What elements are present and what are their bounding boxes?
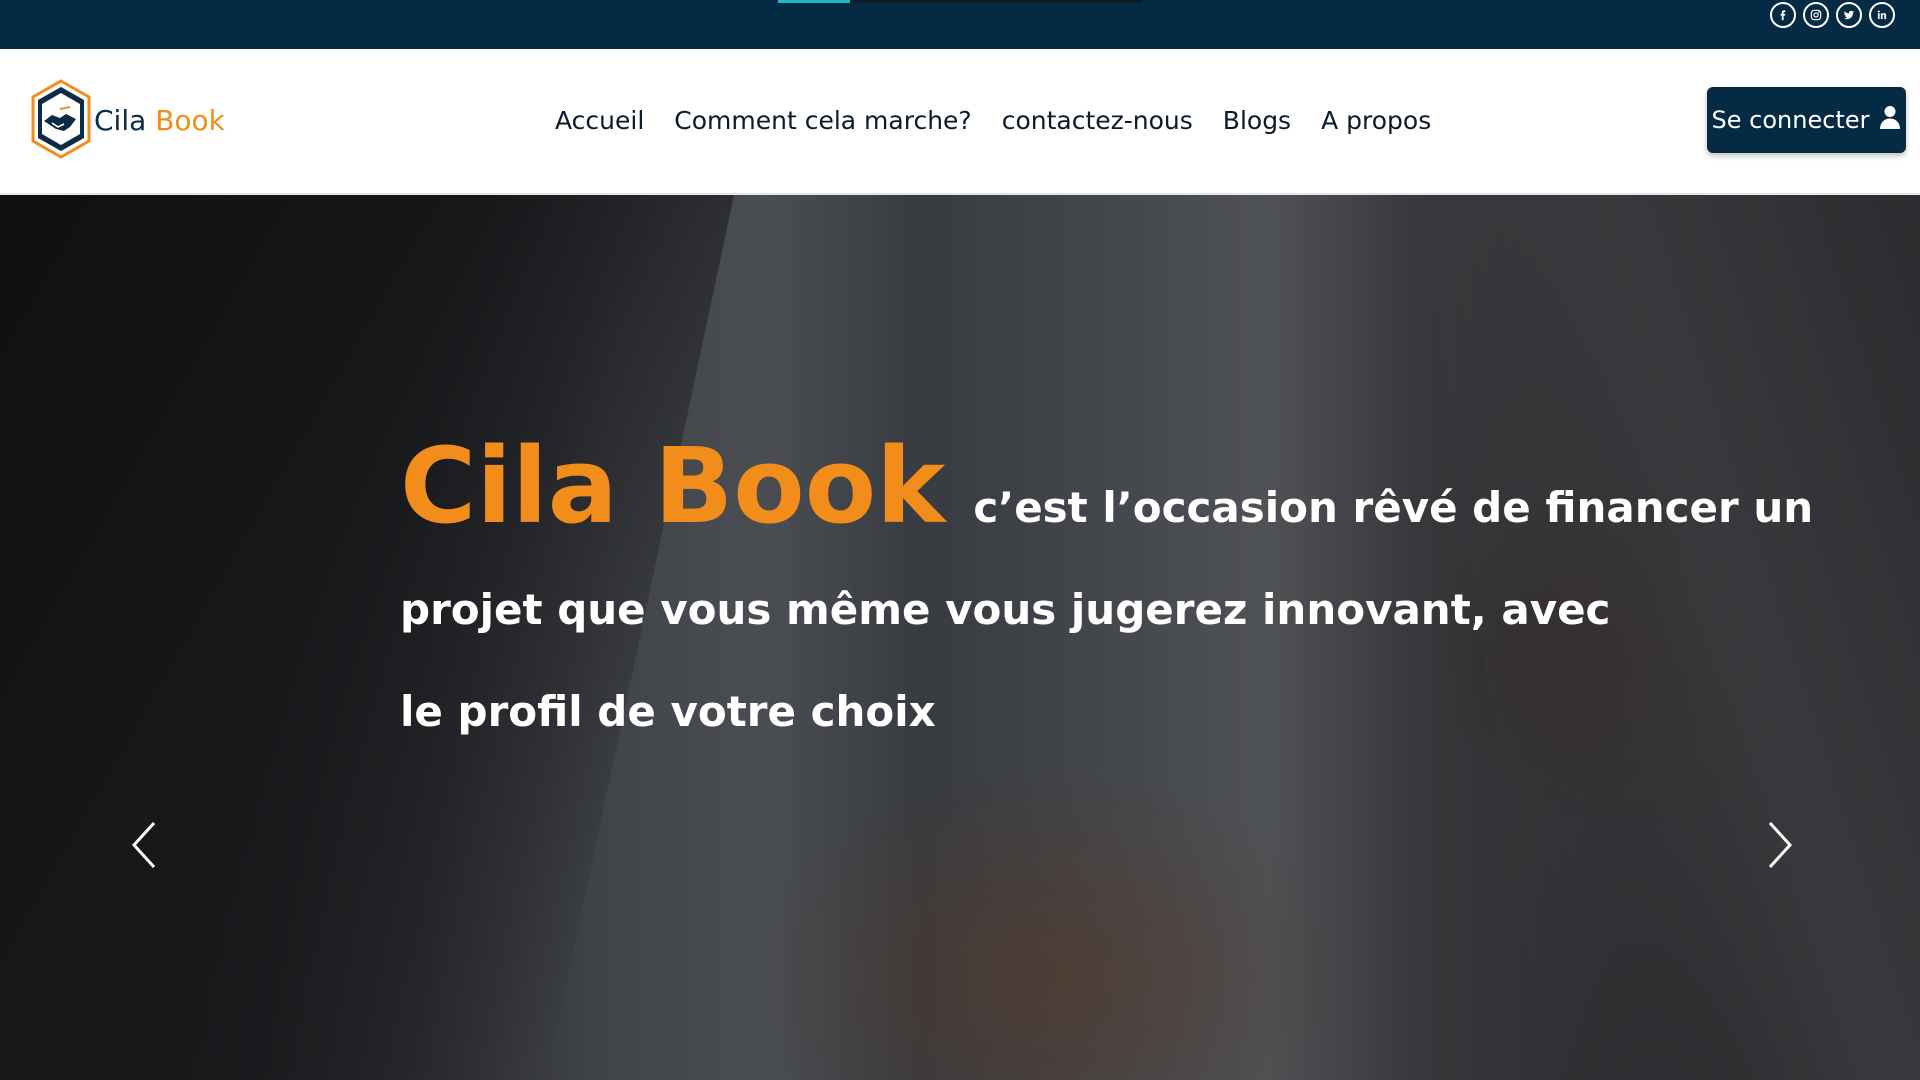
hero-brand: Cila Book bbox=[400, 425, 946, 547]
nav-item-a-propos[interactable]: A propos bbox=[1321, 106, 1431, 135]
login-button-label: Se connecter bbox=[1711, 106, 1870, 134]
handshake-logo-icon bbox=[30, 79, 92, 161]
carousel-prev-button[interactable] bbox=[124, 815, 164, 875]
nav-item-accueil[interactable]: Accueil bbox=[555, 106, 644, 135]
nav-item-blogs[interactable]: Blogs bbox=[1223, 106, 1291, 135]
linkedin-icon[interactable] bbox=[1869, 2, 1895, 28]
social-links bbox=[1770, 2, 1895, 28]
facebook-icon[interactable] bbox=[1770, 2, 1796, 28]
hero-line-1-text: c’est l’occasion rêvé de financer un bbox=[973, 483, 1814, 532]
instagram-icon[interactable] bbox=[1803, 2, 1829, 28]
user-icon bbox=[1879, 105, 1901, 135]
hero-carousel: Cila Book c’est l’occasion rêvé de financ… bbox=[0, 195, 1920, 1080]
logo-word-book: Book bbox=[155, 103, 225, 137]
twitter-icon[interactable] bbox=[1836, 2, 1862, 28]
chevron-left-icon bbox=[131, 821, 156, 869]
login-button[interactable]: Se connecter bbox=[1707, 87, 1906, 153]
chevron-right-icon bbox=[1768, 821, 1793, 869]
hero-text: Cila Book c’est l’occasion rêvé de financ… bbox=[400, 434, 1813, 763]
hero-line-3: le profil de votre choix bbox=[400, 687, 936, 736]
hero-line-1: Cila Book c’est l’occasion rêvé de financ… bbox=[400, 434, 1813, 559]
site-logo[interactable]: Cila Book bbox=[30, 79, 225, 161]
main-header: Cila Book Accueil Comment cela marche? c… bbox=[0, 49, 1920, 193]
carousel-next-button[interactable] bbox=[1760, 815, 1800, 875]
nav-item-contactez-nous[interactable]: contactez-nous bbox=[1002, 106, 1193, 135]
carousel-progress-bar bbox=[778, 0, 1142, 3]
carousel-progress-active bbox=[778, 0, 850, 3]
main-nav: Accueil Comment cela marche? contactez-n… bbox=[555, 106, 1431, 135]
hero-line-2: projet que vous même vous jugerez innova… bbox=[400, 585, 1611, 634]
top-bar bbox=[0, 0, 1920, 49]
nav-item-comment-cela-marche[interactable]: Comment cela marche? bbox=[674, 106, 971, 135]
logo-word-cila: Cila bbox=[94, 103, 147, 137]
logo-wordmark: Cila Book bbox=[94, 104, 225, 137]
